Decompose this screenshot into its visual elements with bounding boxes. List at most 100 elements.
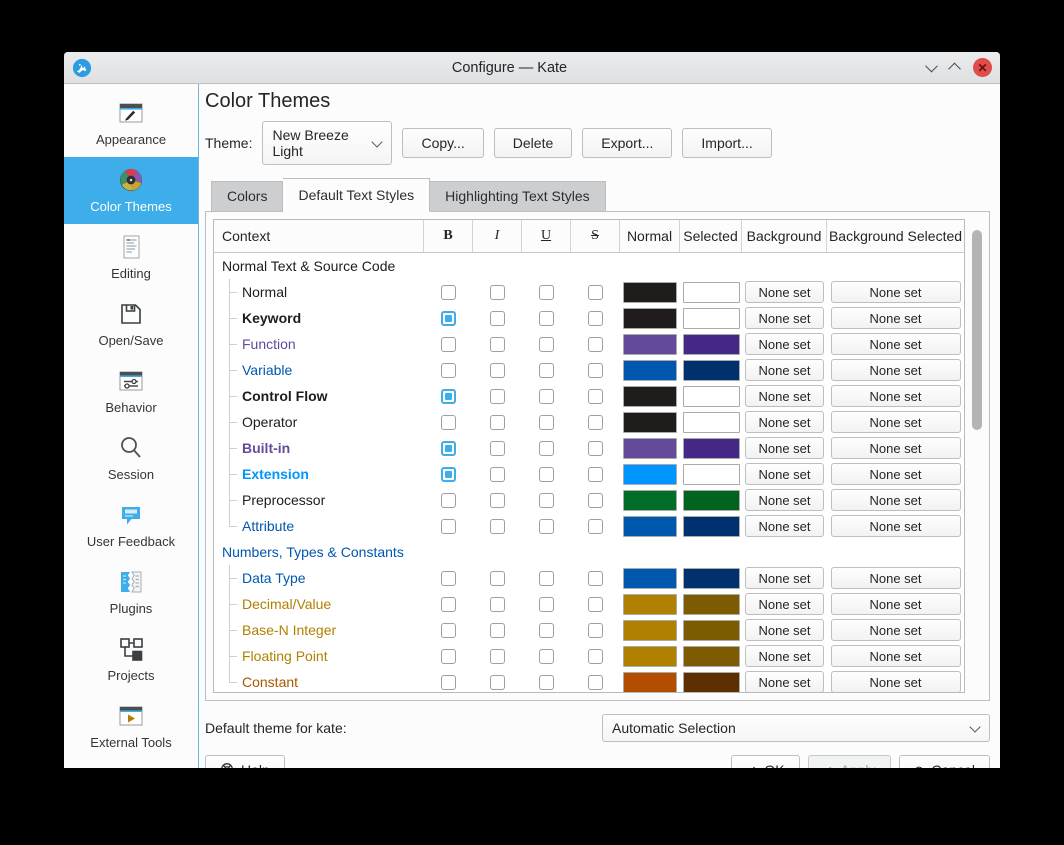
- default-theme-select[interactable]: Automatic Selection: [602, 714, 990, 742]
- italic-checkbox[interactable]: [490, 363, 505, 378]
- background-selected-button[interactable]: None set: [831, 333, 961, 355]
- sidebar-item-external-tools[interactable]: External Tools: [64, 693, 198, 760]
- selected-color-swatch[interactable]: [683, 672, 740, 693]
- normal-color-swatch[interactable]: [623, 438, 677, 459]
- strikethrough-checkbox[interactable]: [588, 493, 603, 508]
- background-selected-button[interactable]: None set: [831, 385, 961, 407]
- underline-checkbox[interactable]: [539, 467, 554, 482]
- table-row[interactable]: Built-in None set None set: [214, 435, 964, 461]
- selected-color-swatch[interactable]: [683, 516, 740, 537]
- table-row[interactable]: Extension None set None set: [214, 461, 964, 487]
- bold-checkbox[interactable]: [441, 675, 456, 690]
- column-header-strikethrough[interactable]: S: [571, 220, 620, 252]
- normal-color-swatch[interactable]: [623, 568, 677, 589]
- italic-checkbox[interactable]: [490, 675, 505, 690]
- bold-checkbox[interactable]: [441, 389, 456, 404]
- normal-color-swatch[interactable]: [623, 282, 677, 303]
- italic-checkbox[interactable]: [490, 571, 505, 586]
- background-button[interactable]: None set: [745, 645, 824, 667]
- table-row[interactable]: Preprocessor None set None set: [214, 487, 964, 513]
- italic-checkbox[interactable]: [490, 519, 505, 534]
- underline-checkbox[interactable]: [539, 441, 554, 456]
- sidebar-item-appearance[interactable]: Appearance: [64, 90, 198, 157]
- table-section-row[interactable]: Normal Text & Source Code: [214, 253, 964, 279]
- sidebar-item-behavior[interactable]: Behavior: [64, 358, 198, 425]
- italic-checkbox[interactable]: [490, 649, 505, 664]
- selected-color-swatch[interactable]: [683, 438, 740, 459]
- import-button[interactable]: Import...: [682, 128, 771, 158]
- close-button[interactable]: ✕: [973, 58, 992, 77]
- underline-checkbox[interactable]: [539, 571, 554, 586]
- underline-checkbox[interactable]: [539, 493, 554, 508]
- normal-color-swatch[interactable]: [623, 672, 677, 693]
- background-button[interactable]: None set: [745, 437, 824, 459]
- bold-checkbox[interactable]: [441, 649, 456, 664]
- bold-checkbox[interactable]: [441, 467, 456, 482]
- underline-checkbox[interactable]: [539, 311, 554, 326]
- normal-color-swatch[interactable]: [623, 620, 677, 641]
- selected-color-swatch[interactable]: [683, 646, 740, 667]
- background-button[interactable]: None set: [745, 619, 824, 641]
- bold-checkbox[interactable]: [441, 571, 456, 586]
- sidebar-item-plugins[interactable]: Plugins: [64, 559, 198, 626]
- copy-button[interactable]: Copy...: [402, 128, 483, 158]
- table-row[interactable]: Function None set None set: [214, 331, 964, 357]
- tab-colors[interactable]: Colors: [211, 181, 283, 211]
- theme-select[interactable]: New Breeze Light: [262, 121, 392, 165]
- strikethrough-checkbox[interactable]: [588, 311, 603, 326]
- bold-checkbox[interactable]: [441, 623, 456, 638]
- selected-color-swatch[interactable]: [683, 490, 740, 511]
- underline-checkbox[interactable]: [539, 675, 554, 690]
- sidebar-item-open-save[interactable]: Open/Save: [64, 291, 198, 358]
- table-row[interactable]: Operator None set None set: [214, 409, 964, 435]
- underline-checkbox[interactable]: [539, 597, 554, 612]
- background-button[interactable]: None set: [745, 593, 824, 615]
- apply-button[interactable]: ✓ Apply: [808, 755, 891, 768]
- background-selected-button[interactable]: None set: [831, 671, 961, 692]
- table-row[interactable]: Normal None set None set: [214, 279, 964, 305]
- bold-checkbox[interactable]: [441, 311, 456, 326]
- selected-color-swatch[interactable]: [683, 334, 740, 355]
- table-row[interactable]: Base-N Integer None set None set: [214, 617, 964, 643]
- selected-color-swatch[interactable]: [683, 282, 740, 303]
- normal-color-swatch[interactable]: [623, 386, 677, 407]
- column-header-selected[interactable]: Selected: [680, 220, 742, 252]
- italic-checkbox[interactable]: [490, 415, 505, 430]
- italic-checkbox[interactable]: [490, 441, 505, 456]
- background-button[interactable]: None set: [745, 515, 824, 537]
- background-button[interactable]: None set: [745, 385, 824, 407]
- strikethrough-checkbox[interactable]: [588, 623, 603, 638]
- export-button[interactable]: Export...: [582, 128, 672, 158]
- minimize-button[interactable]: [927, 63, 936, 72]
- selected-color-swatch[interactable]: [683, 620, 740, 641]
- table-row[interactable]: Attribute None set None set: [214, 513, 964, 539]
- background-selected-button[interactable]: None set: [831, 645, 961, 667]
- background-selected-button[interactable]: None set: [831, 437, 961, 459]
- background-selected-button[interactable]: None set: [831, 619, 961, 641]
- table-row[interactable]: Constant None set None set: [214, 669, 964, 692]
- column-header-background[interactable]: Background: [742, 220, 827, 252]
- strikethrough-checkbox[interactable]: [588, 675, 603, 690]
- normal-color-swatch[interactable]: [623, 646, 677, 667]
- background-selected-button[interactable]: None set: [831, 515, 961, 537]
- underline-checkbox[interactable]: [539, 337, 554, 352]
- sidebar-item-projects[interactable]: Projects: [64, 626, 198, 693]
- italic-checkbox[interactable]: [490, 597, 505, 612]
- bold-checkbox[interactable]: [441, 493, 456, 508]
- ok-button[interactable]: ✓ OK: [731, 755, 799, 768]
- italic-checkbox[interactable]: [490, 493, 505, 508]
- underline-checkbox[interactable]: [539, 649, 554, 664]
- normal-color-swatch[interactable]: [623, 464, 677, 485]
- bold-checkbox[interactable]: [441, 441, 456, 456]
- table-row[interactable]: Control Flow None set None set: [214, 383, 964, 409]
- strikethrough-checkbox[interactable]: [588, 415, 603, 430]
- background-button[interactable]: None set: [745, 463, 824, 485]
- background-selected-button[interactable]: None set: [831, 463, 961, 485]
- normal-color-swatch[interactable]: [623, 308, 677, 329]
- selected-color-swatch[interactable]: [683, 308, 740, 329]
- strikethrough-checkbox[interactable]: [588, 363, 603, 378]
- normal-color-swatch[interactable]: [623, 594, 677, 615]
- table-row[interactable]: Decimal/Value None set None set: [214, 591, 964, 617]
- column-header-underline[interactable]: U: [522, 220, 571, 252]
- help-button[interactable]: Help: [205, 755, 285, 768]
